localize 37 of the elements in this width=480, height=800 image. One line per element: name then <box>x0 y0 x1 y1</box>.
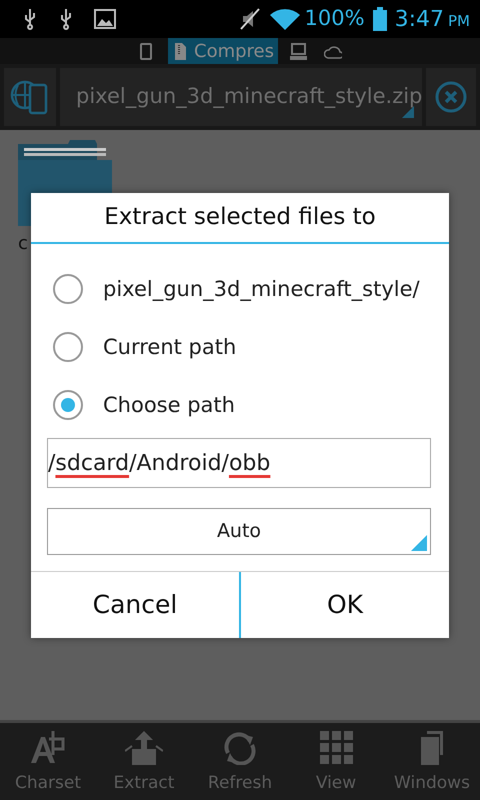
path-input[interactable]: /sdcard/Android/obb <box>47 438 431 488</box>
radio-button[interactable] <box>53 332 83 362</box>
battery-icon <box>372 7 387 31</box>
dialog-title: Extract selected files to <box>104 203 376 232</box>
toolbar-button[interactable]: Charset <box>0 730 96 796</box>
toolbar-button[interactable]: Refresh <box>192 730 288 796</box>
cancel-button[interactable]: Cancel <box>31 572 239 638</box>
toolbar-button[interactable]: Extract <box>96 730 192 796</box>
radio-button[interactable] <box>53 274 83 304</box>
mute-icon <box>238 7 261 31</box>
ok-button[interactable]: OK <box>239 572 449 638</box>
extract-icon <box>125 730 163 765</box>
usb-icon <box>58 7 74 31</box>
clock-ampm: PM <box>448 11 470 32</box>
close-button[interactable] <box>426 68 476 126</box>
grid-icon <box>317 730 355 765</box>
usb-icon <box>22 7 38 31</box>
toolbar-button[interactable]: Windows <box>384 730 480 796</box>
wifi-icon <box>268 7 301 31</box>
option-label[interactable]: Choose path <box>103 390 235 422</box>
dropdown-corner-icon <box>402 106 414 118</box>
battery-percent: 100% <box>304 5 365 32</box>
charset-icon <box>29 730 67 765</box>
charset-dropdown[interactable]: Auto <box>47 508 431 555</box>
dropdown-corner-icon <box>411 534 427 551</box>
storage-button[interactable] <box>4 68 56 126</box>
radio-button[interactable] <box>53 390 83 420</box>
clock-time: 3:47 <box>394 6 444 34</box>
toolbar-button[interactable]: View <box>288 730 384 796</box>
close-icon <box>434 80 468 114</box>
option-label[interactable]: Current path <box>103 332 236 364</box>
image-icon <box>94 9 116 29</box>
computer-icon <box>290 42 308 60</box>
path-dropdown[interactable]: pixel_gun_3d_minecraft_style.zip <box>60 68 422 126</box>
file-name[interactable]: c <box>18 230 28 257</box>
option-label[interactable]: pixel_gun_3d_minecraft_style/ <box>103 274 420 306</box>
tab[interactable]: Compres <box>168 38 278 64</box>
